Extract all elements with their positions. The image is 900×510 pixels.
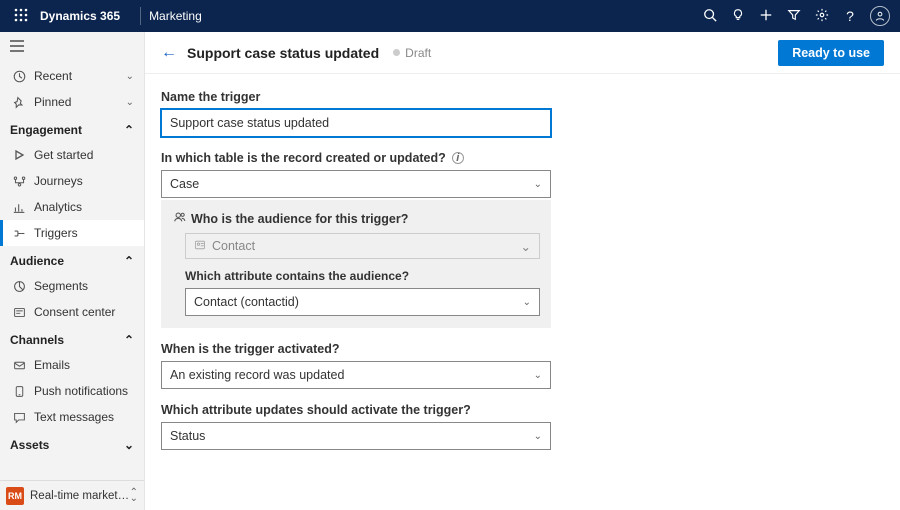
analytics-icon <box>10 201 28 214</box>
section-audience[interactable]: Audience ⌃ <box>0 246 144 273</box>
nav-emails[interactable]: Emails <box>0 352 144 378</box>
name-input[interactable]: Support case status updated <box>161 109 551 137</box>
info-icon[interactable]: i <box>452 152 464 164</box>
play-icon <box>10 149 28 161</box>
ready-to-use-button[interactable]: Ready to use <box>778 40 884 66</box>
table-select[interactable]: Case ⌄ <box>161 170 551 198</box>
audience-box: Who is the audience for this trigger? Co… <box>161 200 551 328</box>
push-icon <box>10 385 28 398</box>
pin-icon <box>10 96 28 109</box>
triggers-icon <box>10 227 28 240</box>
chevron-down-icon: ⌄ <box>534 179 542 190</box>
filter-icon[interactable] <box>780 8 808 25</box>
chevron-down-icon: ⌄ <box>126 71 134 82</box>
section-assets[interactable]: Assets ⌄ <box>0 430 144 457</box>
app-label: Marketing <box>149 9 202 23</box>
chevron-down-icon: ⌄ <box>126 97 134 108</box>
status-badge: Draft <box>393 46 431 60</box>
area-badge: RM <box>6 487 24 505</box>
page-title: Support case status updated <box>187 45 379 61</box>
search-icon[interactable] <box>696 8 724 25</box>
chevron-down-icon: ⌄ <box>521 239 531 254</box>
area-label: Real-time marketi… <box>30 490 130 502</box>
page-header: ← Support case status updated Draft Read… <box>145 32 900 74</box>
area-switcher[interactable]: RM Real-time marketi… ⌃⌄ <box>0 480 144 510</box>
when-label: When is the trigger activated? <box>161 342 689 356</box>
journeys-icon <box>10 175 28 188</box>
nav-segments[interactable]: Segments <box>0 273 144 299</box>
main-content: ← Support case status updated Draft Read… <box>145 32 900 510</box>
consent-icon <box>10 306 28 319</box>
nav-text[interactable]: Text messages <box>0 404 144 430</box>
section-channels[interactable]: Channels ⌃ <box>0 325 144 352</box>
chevron-up-icon: ⌃ <box>124 123 134 137</box>
chevron-up-icon: ⌃ <box>124 333 134 347</box>
trigger-form: Name the trigger Support case status upd… <box>145 74 705 466</box>
section-engagement[interactable]: Engagement ⌃ <box>0 115 144 142</box>
user-avatar[interactable] <box>870 6 890 26</box>
email-icon <box>10 359 28 372</box>
nav-pinned[interactable]: Pinned ⌄ <box>0 89 144 115</box>
nav-triggers[interactable]: Triggers <box>0 220 144 246</box>
updown-icon: ⌃⌄ <box>130 490 138 502</box>
message-icon <box>10 411 28 424</box>
nav-collapse-icon[interactable] <box>0 32 144 63</box>
gear-icon[interactable] <box>808 8 836 25</box>
clock-icon <box>10 70 28 83</box>
nav-analytics[interactable]: Analytics <box>0 194 144 220</box>
audience-icon <box>173 210 191 227</box>
divider <box>140 7 141 25</box>
global-header: Dynamics 365 Marketing ? <box>0 0 900 32</box>
chevron-down-icon: ⌄ <box>534 431 542 442</box>
when-select[interactable]: An existing record was updated ⌄ <box>161 361 551 389</box>
status-dot-icon <box>393 49 400 56</box>
audience-type-select: Contact ⌄ <box>185 233 540 259</box>
update-attr-label: Which attribute updates should activate … <box>161 403 689 417</box>
left-nav: Recent ⌄ Pinned ⌄ Engagement ⌃ Get start… <box>0 32 145 510</box>
audience-heading: Who is the audience for this trigger? <box>173 210 539 227</box>
app-launcher-icon[interactable] <box>10 8 32 25</box>
brand-label: Dynamics 365 <box>40 9 120 23</box>
add-icon[interactable] <box>752 8 780 25</box>
table-label: In which table is the record created or … <box>161 151 689 165</box>
segments-icon <box>10 280 28 293</box>
back-button[interactable]: ← <box>161 44 177 62</box>
chevron-down-icon: ⌄ <box>124 438 134 452</box>
audience-attr-select[interactable]: Contact (contactid) ⌄ <box>185 288 540 316</box>
chevron-down-icon: ⌄ <box>534 370 542 381</box>
nav-get-started[interactable]: Get started <box>0 142 144 168</box>
lightbulb-icon[interactable] <box>724 8 752 25</box>
audience-attr-label: Which attribute contains the audience? <box>185 269 539 283</box>
nav-consent[interactable]: Consent center <box>0 299 144 325</box>
contact-icon <box>194 239 206 254</box>
nav-push[interactable]: Push notifications <box>0 378 144 404</box>
nav-recent[interactable]: Recent ⌄ <box>0 63 144 89</box>
chevron-down-icon: ⌄ <box>523 297 531 308</box>
nav-journeys[interactable]: Journeys <box>0 168 144 194</box>
name-label: Name the trigger <box>161 90 689 104</box>
help-icon[interactable]: ? <box>836 8 864 24</box>
update-attr-select[interactable]: Status ⌄ <box>161 422 551 450</box>
chevron-up-icon: ⌃ <box>124 254 134 268</box>
